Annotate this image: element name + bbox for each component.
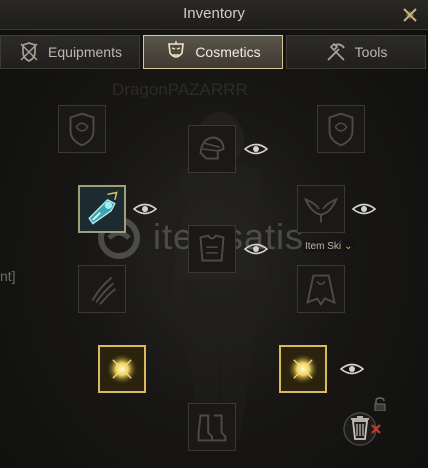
shield-outline-icon <box>69 112 95 147</box>
golden-orb-icon <box>282 348 324 390</box>
accessory-slot-left[interactable] <box>98 345 146 393</box>
side-text: nt] <box>0 268 16 284</box>
eye-icon <box>351 203 377 215</box>
head-slot[interactable] <box>188 125 236 173</box>
trash-icon <box>343 412 381 446</box>
helmet-outline-icon <box>199 136 225 160</box>
weapon-slot[interactable] <box>78 185 126 233</box>
eye-icon <box>243 243 269 255</box>
cosmetics-mask-icon <box>168 41 185 58</box>
tab-tools[interactable]: Tools <box>286 35 426 69</box>
shield-slot-right[interactable] <box>317 105 365 153</box>
tab-label: Cosmetics <box>195 44 261 60</box>
character-name: DragonPAZARRR <box>112 80 248 99</box>
accessory-visibility-toggle[interactable] <box>339 362 365 376</box>
shield-swords-icon <box>20 42 38 62</box>
hands-slot[interactable] <box>78 265 126 313</box>
golden-orb-icon <box>101 348 143 390</box>
chest-armor-outline-icon <box>199 234 225 262</box>
close-icon <box>403 8 417 22</box>
blue-weapon-skin-icon <box>83 190 121 228</box>
chevron-down-icon: ⌄ <box>344 241 353 252</box>
item-skin-label: Item Ski <box>305 241 342 252</box>
shield-outline-icon <box>328 112 354 147</box>
eye-icon <box>339 363 365 375</box>
eye-icon <box>243 143 269 155</box>
title-bar: Inventory <box>0 0 428 30</box>
eye-icon <box>132 203 158 215</box>
head-visibility-toggle[interactable] <box>243 142 269 156</box>
window-title: Inventory <box>183 5 245 22</box>
cloak-outline-icon <box>306 274 336 307</box>
lock-icon[interactable] <box>372 397 388 412</box>
wings-outline-icon <box>303 197 339 223</box>
close-button[interactable] <box>402 7 418 23</box>
back-slot[interactable] <box>297 185 345 233</box>
tab-bar: Equipments Cosmetics Tools <box>0 33 428 71</box>
pickaxe-shovel-icon <box>327 42 345 61</box>
delete-button[interactable] <box>342 405 384 447</box>
inventory-window: Inventory Equipments Cosmetics Tools Dra… <box>0 0 428 468</box>
lock-icon-shape <box>374 397 386 412</box>
boots-outline-icon <box>197 414 227 442</box>
tab-label: Equipments <box>48 44 122 60</box>
tab-cosmetics[interactable]: Cosmetics <box>143 35 283 69</box>
cloak-slot[interactable] <box>297 265 345 313</box>
item-skin-dropdown[interactable]: Item Ski ⌄ <box>303 241 355 252</box>
chest-slot[interactable] <box>188 225 236 273</box>
feet-slot[interactable] <box>188 403 236 451</box>
tab-label: Tools <box>354 44 388 60</box>
tab-equipments[interactable]: Equipments <box>0 35 140 69</box>
chest-visibility-toggle[interactable] <box>243 242 269 256</box>
shield-slot-left[interactable] <box>58 105 106 153</box>
weapon-visibility-toggle[interactable] <box>132 202 158 216</box>
back-visibility-toggle[interactable] <box>351 202 377 216</box>
claw-outline-icon <box>91 276 116 305</box>
accessory-slot-right[interactable] <box>279 345 327 393</box>
